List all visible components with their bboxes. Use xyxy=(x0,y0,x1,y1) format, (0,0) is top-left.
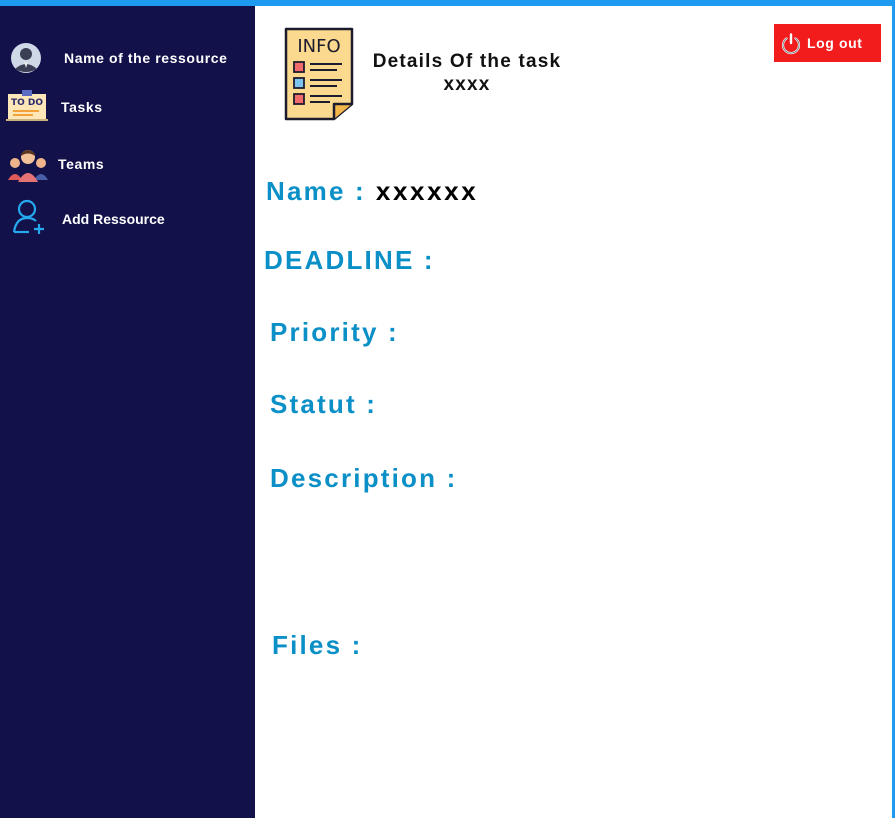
team-people-icon xyxy=(6,146,50,187)
sidebar-item-label: Add Ressource xyxy=(62,211,165,227)
name-value: xxxxxx xyxy=(375,176,479,206)
description-label: Description : xyxy=(270,463,458,493)
sidebar-item-label: Tasks xyxy=(61,99,103,115)
logout-label: Log out xyxy=(807,35,863,51)
status-label: Statut : xyxy=(270,389,378,419)
sidebar-user-name: Name of the ressource xyxy=(64,50,228,66)
logout-button[interactable]: Log out xyxy=(774,24,881,62)
sidebar-item-teams[interactable]: Teams xyxy=(0,144,255,184)
sidebar-user[interactable]: Name of the ressource xyxy=(0,40,255,80)
svg-text:TO DO: TO DO xyxy=(11,98,43,108)
name-label: Name : xyxy=(266,176,366,206)
info-icon-text: INFO xyxy=(297,36,340,57)
user-avatar-icon xyxy=(10,42,42,79)
deadline-label: DEADLINE : xyxy=(264,245,435,275)
name-field: Name : xxxxxx xyxy=(266,176,478,207)
page-title: Details Of the task xxxx xyxy=(372,51,562,95)
sidebar-item-tasks[interactable]: TO DO Tasks xyxy=(0,88,255,126)
priority-label: Priority : xyxy=(270,317,399,347)
sidebar-item-label: Teams xyxy=(58,156,105,172)
sidebar: Name of the ressource TO DO Tasks Teams … xyxy=(0,6,255,818)
todo-note-icon: TO DO xyxy=(4,88,50,127)
sidebar-item-add-ressource[interactable]: Add Ressource xyxy=(0,196,255,236)
files-label: Files : xyxy=(272,630,363,660)
info-document-icon: INFO xyxy=(282,26,356,127)
add-user-icon xyxy=(11,198,47,241)
power-icon xyxy=(779,32,803,59)
